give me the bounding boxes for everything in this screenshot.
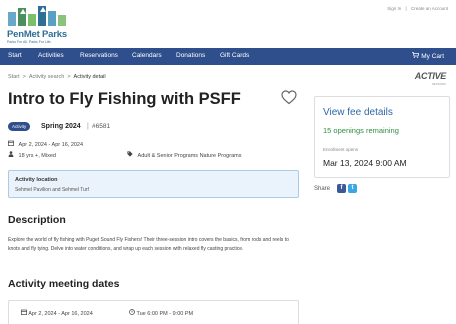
share-label: Share bbox=[314, 186, 331, 192]
nav-item-donations[interactable]: Donations bbox=[176, 52, 205, 59]
season-label: Spring 2024 bbox=[41, 123, 81, 130]
sign-in-link[interactable]: Sign In bbox=[387, 6, 401, 11]
nav-item-activities[interactable]: Activities bbox=[38, 52, 64, 59]
meeting-date-range: Apr 2, 2024 - Apr 16, 2024 bbox=[21, 309, 93, 317]
logo-tagline: Parks For All. Parks For Life. bbox=[7, 40, 52, 44]
create-account-link[interactable]: Create an Account bbox=[411, 6, 448, 11]
tag-icon bbox=[127, 151, 135, 159]
meeting-time: Tue 6:00 PM - 9:00 PM bbox=[129, 309, 193, 317]
person-icon bbox=[8, 151, 16, 159]
account-links: Sign In | Create an Account bbox=[384, 6, 448, 11]
cart-button[interactable]: My Cart bbox=[412, 52, 444, 60]
breadcrumb-separator: > bbox=[67, 74, 71, 80]
main-nav: Start Activities Reservations Calendars … bbox=[0, 48, 456, 65]
categories: Adult & Senior Programs Nature Programs bbox=[127, 151, 241, 159]
view-fee-details-link[interactable]: View fee details bbox=[323, 107, 393, 118]
breadcrumb-activity-search[interactable]: Activity search bbox=[29, 74, 64, 80]
active-network-logo: ACTIVE bbox=[414, 71, 447, 81]
facebook-share-icon[interactable]: f bbox=[337, 184, 346, 193]
date-range: Apr 2, 2024 - Apr 16, 2024 bbox=[8, 140, 83, 148]
breadcrumb: Start > Activity search > Activity detail bbox=[8, 74, 106, 80]
meeting-time-text: Tue 6:00 PM - 9:00 PM bbox=[136, 311, 194, 317]
calendar-icon bbox=[8, 140, 16, 148]
age-info: 18 yrs +, Mixed bbox=[8, 151, 56, 159]
meta-divider: | bbox=[87, 123, 89, 130]
nav-item-reservations[interactable]: Reservations bbox=[80, 52, 118, 59]
enrollment-opens-date: Mar 13, 2024 9:00 AM bbox=[323, 158, 407, 168]
heart-icon[interactable] bbox=[281, 90, 297, 105]
header: PenMet Parks Parks For All. Parks For Li… bbox=[0, 0, 456, 48]
breadcrumb-start[interactable]: Start bbox=[8, 74, 20, 80]
description-heading: Description bbox=[8, 214, 66, 226]
nav-item-gift-cards[interactable]: Gift Cards bbox=[220, 52, 249, 59]
openings-remaining: 15 openings remaining bbox=[323, 126, 399, 135]
activity-location-box: Activity location Sehmel Pavilion and Se… bbox=[8, 170, 299, 198]
activity-code: #6581 bbox=[92, 123, 111, 130]
meeting-date-range-text: Apr 2, 2024 - Apr 16, 2024 bbox=[28, 311, 93, 317]
location-value[interactable]: Sehmel Pavilion and Sehmel Turf bbox=[15, 187, 89, 193]
logo-name: PenMet Parks bbox=[7, 29, 67, 40]
description-text: Explore the world of fly fishing with Pu… bbox=[8, 237, 289, 252]
enrollment-opens-label: Enrollment opens bbox=[323, 147, 359, 152]
cart-label: My Cart bbox=[421, 53, 444, 60]
age-text: 18 yrs +, Mixed bbox=[18, 153, 56, 159]
breadcrumb-separator: > bbox=[22, 74, 26, 80]
page-title: Intro to Fly Fishing with PSFF bbox=[8, 90, 241, 108]
cart-icon bbox=[412, 52, 420, 60]
activity-type-badge: Activity bbox=[8, 122, 31, 131]
date-range-text: Apr 2, 2024 - Apr 16, 2024 bbox=[18, 142, 84, 148]
meeting-dates-heading: Activity meeting dates bbox=[8, 278, 120, 290]
meeting-dates-box: Apr 2, 2024 - Apr 16, 2024 Tue 6:00 PM -… bbox=[8, 300, 299, 324]
link-separator: | bbox=[405, 6, 407, 11]
twitter-share-icon[interactable]: t bbox=[348, 184, 357, 193]
nav-item-start[interactable]: Start bbox=[8, 52, 22, 59]
penmet-parks-logo[interactable]: PenMet Parks Parks For All. Parks For Li… bbox=[6, 4, 76, 44]
active-network-sub: NETWORK bbox=[431, 82, 446, 86]
categories-text[interactable]: Adult & Senior Programs Nature Programs bbox=[138, 153, 242, 159]
fee-card: View fee details 15 openings remaining E… bbox=[314, 96, 450, 178]
logo-art bbox=[8, 6, 66, 26]
location-label: Activity location bbox=[15, 177, 58, 183]
nav-item-calendars[interactable]: Calendars bbox=[132, 52, 162, 59]
breadcrumb-current: Activity detail bbox=[73, 74, 106, 80]
